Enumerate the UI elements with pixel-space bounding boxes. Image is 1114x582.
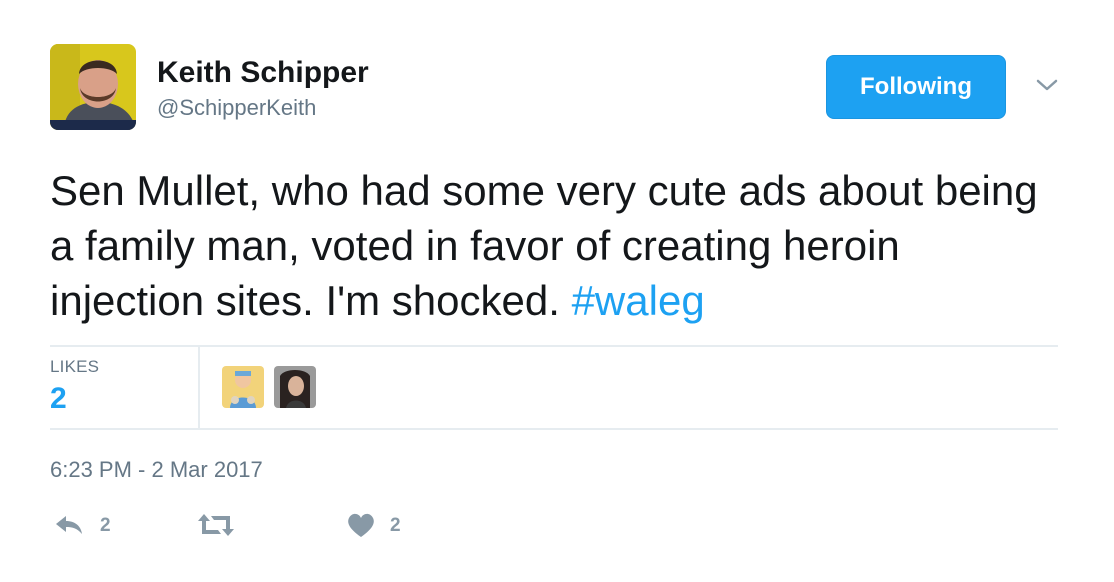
tweet-body: Sen Mullet, who had some very cute ads a… [50,167,1038,324]
reply-count: 2 [100,515,111,536]
author-name[interactable]: Keith Schipper [157,56,369,90]
likes-label: LIKES [50,357,100,376]
retweet-icon [198,514,234,536]
author-avatar[interactable] [50,44,136,130]
liker-avatar-2[interactable] [274,366,316,408]
reply-button[interactable] [54,512,84,542]
divider-top [50,345,1058,347]
chevron-down-icon[interactable] [1034,76,1060,94]
likes-count[interactable]: 2 [50,382,67,416]
like-count: 2 [390,515,401,536]
profile-photo [50,44,136,130]
heart-icon [348,513,374,537]
retweet-button[interactable] [196,512,236,542]
divider-bottom [50,428,1058,430]
author-handle[interactable]: @SchipperKeith [157,95,316,121]
stats-divider [198,346,200,428]
liker-avatar-1[interactable] [222,366,264,408]
tweet-text: Sen Mullet, who had some very cute ads a… [50,163,1060,328]
like-button[interactable] [346,512,376,542]
hashtag-link[interactable]: #waleg [572,277,705,324]
following-button[interactable]: Following [826,55,1006,119]
tweet-timestamp[interactable]: 6:23 PM - 2 Mar 2017 [50,457,263,483]
reply-icon [56,516,82,534]
